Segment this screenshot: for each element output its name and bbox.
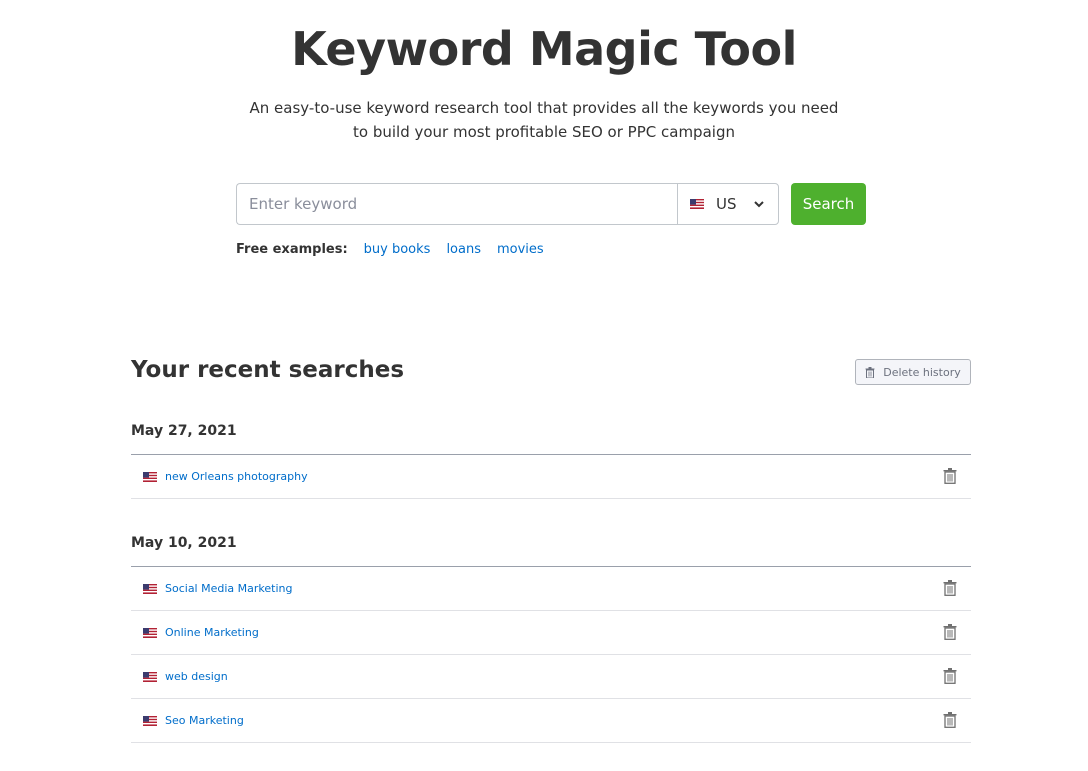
example-link[interactable]: buy books [364,242,431,257]
us-flag-icon [143,671,157,682]
keyword-magic-page: Keyword Magic Tool An easy-to-use keywor… [0,0,1088,771]
chevron-down-icon [754,201,764,208]
page-title: Keyword Magic Tool [291,22,797,76]
trash-icon[interactable] [943,624,957,640]
free-examples-label: Free examples: [236,242,348,257]
trash-icon[interactable] [943,468,957,484]
recent-keyword-link[interactable]: Online Marketing [165,626,259,639]
page-subtitle: An easy-to-use keyword research tool tha… [244,96,844,144]
trash-icon [865,366,875,378]
keyword-input[interactable] [236,183,678,225]
us-flag-icon [143,715,157,726]
recent-group-date: May 27, 2021 [131,423,237,439]
database-select[interactable]: US [677,183,779,225]
recent-keyword-link[interactable]: web design [165,670,228,683]
recent-keyword-link[interactable]: new Orleans photography [165,470,308,483]
delete-history-label: Delete history [883,365,961,379]
database-label: US [716,195,737,213]
trash-icon[interactable] [943,580,957,596]
recent-keyword-link[interactable]: Social Media Marketing [165,582,292,595]
recent-search-row: new Orleans photography [131,455,971,499]
recent-search-row: Seo Marketing [131,699,971,743]
recent-search-row: web design [131,655,971,699]
delete-history-button[interactable]: Delete history [855,359,971,385]
recent-search-row: Online Marketing [131,611,971,655]
us-flag-icon [143,471,157,482]
recent-keyword-link[interactable]: Seo Marketing [165,714,244,727]
subtitle-line-2: to build your most profitable SEO or PPC… [353,123,735,141]
subtitle-line-1: An easy-to-use keyword research tool tha… [249,99,839,117]
example-link[interactable]: loans [446,242,481,257]
recent-searches-title: Your recent searches [131,357,405,383]
us-flag-icon [143,627,157,638]
search-button[interactable]: Search [791,183,866,225]
recent-search-row: Social Media Marketing [131,567,971,611]
trash-icon[interactable] [943,668,957,684]
search-bar: US Search [236,183,866,225]
recent-group-date: May 10, 2021 [131,535,237,551]
us-flag-icon [690,199,704,209]
example-link[interactable]: movies [497,242,544,257]
trash-icon[interactable] [943,712,957,728]
us-flag-icon [143,583,157,594]
free-examples: Free examples: buy books loans movies [236,242,560,257]
